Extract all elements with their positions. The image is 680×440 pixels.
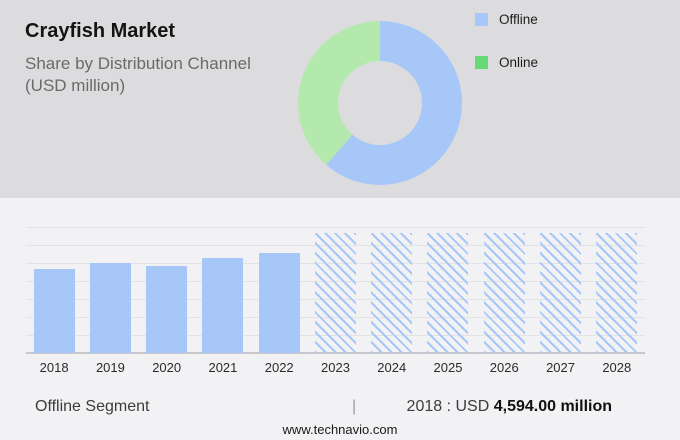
x-label-2024: 2024 [377, 360, 407, 375]
stat-value: 4,594.00 million [493, 398, 612, 415]
bar-chart [26, 227, 645, 354]
bar-slot-2026 [476, 227, 532, 353]
bar-slot-2022 [251, 227, 307, 353]
bar-2018 [33, 269, 75, 353]
forecast-bar-2027 [540, 233, 582, 353]
bar-slot-2024 [364, 227, 420, 353]
x-label-2020: 2020 [152, 360, 182, 375]
x-axis-labels: 2018 2019 2020 2021 2022 2023 2024 2025 2026 2027… [26, 360, 645, 375]
forecast-bar-2023 [314, 233, 356, 353]
x-label-2027: 2027 [546, 360, 575, 375]
forecast-bar-2028 [596, 233, 638, 353]
page-subtitle: Share by Distribution Channel (USD milli… [25, 53, 251, 97]
stat-prefix: 2018 : USD [406, 398, 490, 415]
stat-2018: 2018 : USD 4,594.00 million [407, 398, 612, 416]
bar-slot-2027 [532, 227, 588, 353]
bar-2022 [258, 253, 300, 353]
bar-slot-2019 [82, 227, 138, 353]
footer-separator: | [352, 398, 357, 415]
website-text: www.technavio.com [282, 422, 398, 437]
donut-chart [298, 21, 462, 185]
subtitle-line-1: Share by Distribution Channel [25, 54, 251, 73]
donut-hole [338, 61, 422, 145]
legend-item-online: Online [475, 55, 538, 70]
bar-slot-2025 [420, 227, 476, 353]
bar-slot-2028 [589, 227, 645, 353]
page-title: Crayfish Market [25, 20, 176, 42]
bar-2020 [146, 266, 188, 353]
x-label-2021: 2021 [208, 360, 238, 375]
x-label-2022: 2022 [264, 360, 294, 375]
bar-slot-2020 [139, 227, 195, 353]
bar-series [26, 227, 645, 353]
bar-2021 [202, 258, 244, 353]
footer-row: Offline Segment | 2018 : USD 4,594.00 mi… [0, 398, 680, 418]
bar-slot-2023 [307, 227, 363, 353]
chart-legend: Offline Online [475, 12, 538, 98]
x-label-2028: 2028 [602, 360, 632, 375]
legend-swatch-icon [475, 13, 488, 26]
bar-2019 [89, 263, 131, 353]
x-label-2019: 2019 [95, 360, 125, 375]
segment-label: Offline Segment [35, 398, 150, 415]
forecast-bar-2024 [371, 233, 413, 353]
subtitle-line-2: (USD million) [25, 76, 126, 95]
bar-slot-2021 [195, 227, 251, 353]
x-label-2026: 2026 [489, 360, 519, 375]
bar-slot-2018 [26, 227, 82, 353]
header-panel: Crayfish Market Share by Distribution Ch… [0, 0, 680, 198]
legend-label: Offline [499, 12, 538, 27]
forecast-bar-2025 [427, 233, 469, 353]
legend-item-offline: Offline [475, 12, 538, 27]
x-label-2018: 2018 [39, 360, 69, 375]
x-label-2025: 2025 [433, 360, 463, 375]
legend-swatch-icon [475, 56, 488, 69]
infographic-page: Crayfish Market Share by Distribution Ch… [0, 0, 680, 440]
header-text: Crayfish Market Share by Distribution Ch… [25, 20, 251, 97]
legend-label: Online [499, 55, 539, 70]
x-label-2023: 2023 [321, 360, 350, 375]
forecast-bar-2026 [483, 233, 525, 353]
